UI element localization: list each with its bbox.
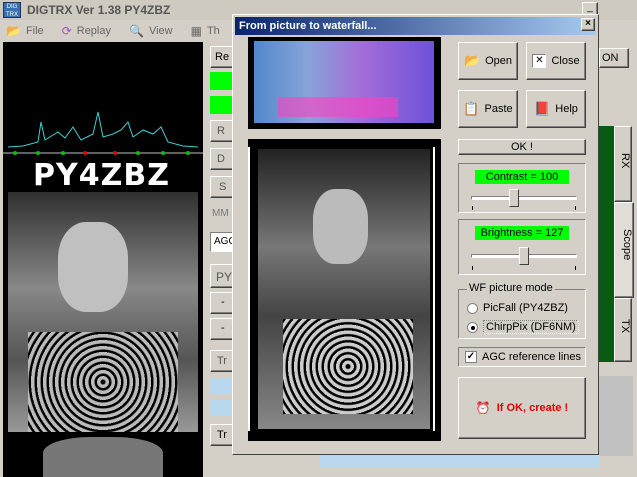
wf-mode-label: WF picture mode <box>467 282 555 294</box>
picture-to-waterfall-dialog: From picture to waterfall... × 📂 Open ✕ Cl… <box>232 14 599 455</box>
picture-preview-left <box>8 192 198 432</box>
radio-dot <box>471 325 475 330</box>
dialog-title: From picture to waterfall... <box>239 20 377 32</box>
calendar-icon: ▦ <box>190 23 202 38</box>
picfall-radio[interactable] <box>467 302 478 314</box>
waterfall-preview <box>248 37 441 129</box>
menu-th[interactable]: ▦ Th <box>191 24 220 38</box>
tab-tx[interactable]: TX <box>614 298 632 362</box>
magnifier-icon: 🔍 <box>129 23 144 38</box>
menu-file[interactable]: 📂 File <box>6 24 44 38</box>
agc-checkbox-row[interactable]: ✓ AGC reference lines <box>458 347 586 367</box>
menu-file-label: File <box>25 24 44 37</box>
chirppix-radio[interactable] <box>467 321 478 333</box>
picture-left-border <box>248 147 250 431</box>
menu-replay[interactable]: ⟳ Replay <box>62 24 111 38</box>
menu-view[interactable]: 🔍 View <box>129 24 173 38</box>
help-label: Help <box>555 103 578 115</box>
contrast-label: Contrast = 100 <box>475 170 569 184</box>
brightness-tick-min <box>472 266 473 270</box>
menu-th-label: Th <box>206 24 220 37</box>
on-button[interactable]: ON <box>599 48 629 68</box>
close-button[interactable]: ✕ Close <box>526 42 586 80</box>
main-label-mm: MM <box>212 208 229 219</box>
contrast-track[interactable] <box>471 196 577 200</box>
contrast-tick-max <box>575 206 576 210</box>
close-x-icon: ✕ <box>532 54 547 68</box>
source-picture <box>248 139 441 441</box>
agc-label: AGC reference lines <box>482 351 582 363</box>
right-bottom-area <box>599 376 633 456</box>
portrait-repeat <box>43 437 163 477</box>
app-icon: DIG TRX <box>3 2 21 18</box>
ok-button[interactable]: OK ! <box>458 139 586 155</box>
replay-icon: ⟳ <box>61 23 72 38</box>
dialog-title-bar[interactable]: From picture to waterfall... <box>235 17 596 35</box>
paste-label: Paste <box>484 103 513 115</box>
agc-checkbox[interactable]: ✓ <box>465 351 477 363</box>
window-title: DIGTRX Ver 1.38 PY4ZBZ <box>27 3 171 17</box>
paste-button[interactable]: 📋 Paste <box>458 90 518 128</box>
waterfall-magenta <box>278 97 398 117</box>
contrast-tick-min <box>472 206 473 210</box>
waterfall-panel[interactable]: PY4ZBZ <box>3 42 203 477</box>
book-icon: 📕 <box>534 101 551 116</box>
brightness-group: Brightness = 127 <box>458 219 586 275</box>
folder-icon: 📂 <box>6 23 21 38</box>
tab-scope[interactable]: Scope <box>614 202 634 298</box>
clipboard-icon: 📋 <box>463 101 480 116</box>
contrast-group: Contrast = 100 <box>458 163 586 213</box>
open-label: Open <box>485 55 513 67</box>
callsign-overlay: PY4ZBZ <box>33 158 170 193</box>
create-button[interactable]: ⏰ If OK, create ! <box>458 377 586 439</box>
picfall-label: PicFall (PY4ZBZ) <box>483 302 568 314</box>
open-button[interactable]: 📂 Open <box>458 42 518 80</box>
status-strip <box>320 455 600 467</box>
tab-rx[interactable]: RX <box>614 126 632 202</box>
portrait-image <box>258 149 430 429</box>
chirppix-label: ChirpPix (DF6NM) <box>483 320 579 334</box>
portrait-body-dialog <box>283 319 413 414</box>
dialog-close-x-button[interactable]: × <box>581 18 595 31</box>
close-label: Close <box>551 55 580 67</box>
option-chirppix[interactable]: ChirpPix (DF6NM) <box>467 320 579 334</box>
picture-right-border <box>433 147 435 431</box>
contrast-slider-thumb[interactable] <box>508 189 519 207</box>
wf-mode-group: WF picture mode PicFall (PY4ZBZ) ChirpPi… <box>458 282 586 339</box>
menu-view-label: View <box>148 24 173 37</box>
clock-icon: ⏰ <box>475 401 491 415</box>
help-button[interactable]: 📕 Help <box>526 90 586 128</box>
brightness-label: Brightness = 127 <box>475 226 569 240</box>
open-folder-icon: 📂 <box>463 53 481 68</box>
brightness-slider-thumb[interactable] <box>518 247 529 265</box>
brightness-tick-max <box>575 266 576 270</box>
portrait-face-dialog <box>313 189 368 264</box>
spectrum-trace <box>7 111 199 148</box>
portrait-body <box>28 332 178 432</box>
create-label: If OK, create ! <box>496 402 569 414</box>
option-picfall[interactable]: PicFall (PY4ZBZ) <box>467 302 568 314</box>
menu-replay-label: Replay <box>76 24 111 37</box>
portrait-face <box>58 222 128 312</box>
